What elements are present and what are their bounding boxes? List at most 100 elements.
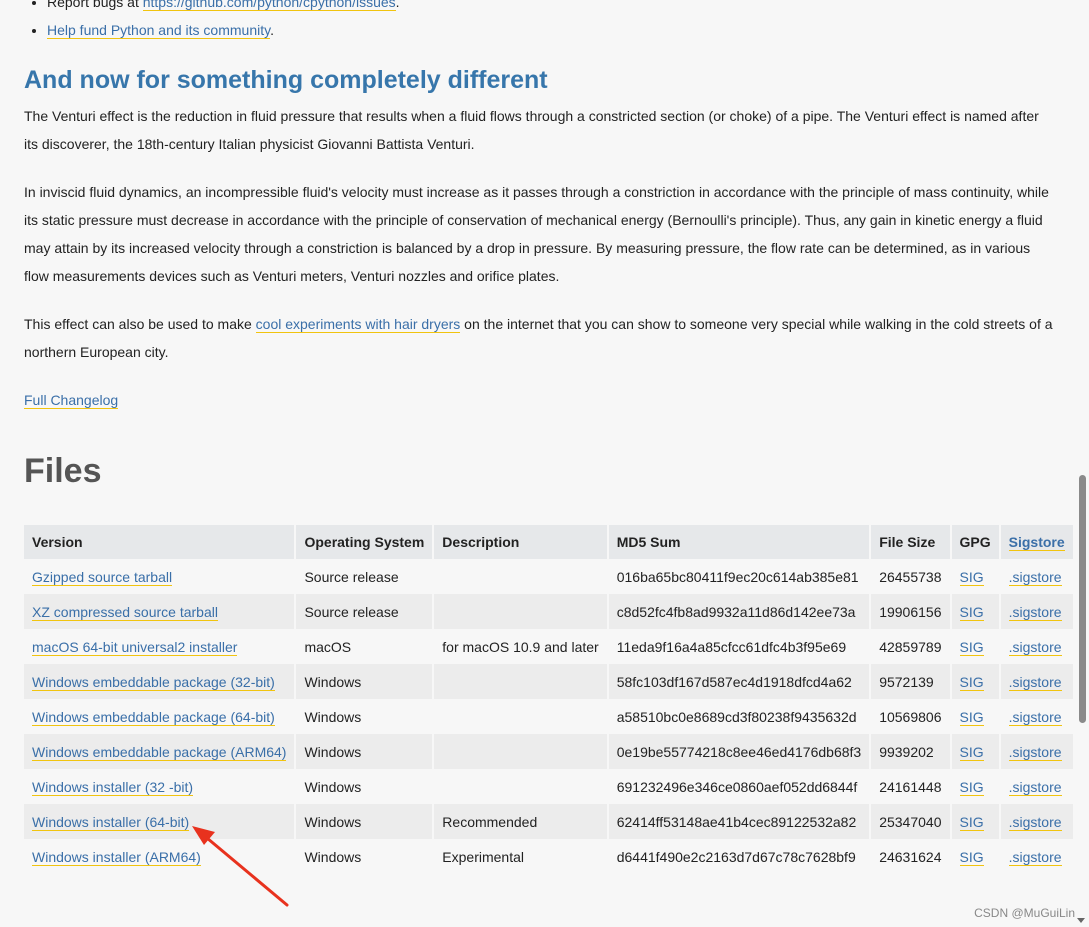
gpg-sig-link[interactable]: SIG: [959, 708, 984, 726]
bug-tracker-link[interactable]: https://github.com/python/cpython/issues: [142, 0, 396, 11]
sigstore-link[interactable]: .sigstore: [1008, 778, 1062, 796]
os-cell: Source release: [296, 559, 433, 594]
header-version: Version: [24, 525, 295, 559]
file-size-cell: 26455738: [871, 559, 950, 594]
description-cell: [434, 594, 607, 629]
description-cell: [434, 769, 607, 804]
sigstore-link[interactable]: .sigstore: [1008, 708, 1062, 726]
gpg-sig-cell: SIG: [951, 594, 999, 629]
version-cell: Windows embeddable package (32-bit): [24, 664, 295, 699]
sigstore-link[interactable]: .sigstore: [1008, 603, 1062, 621]
sigstore-cell: .sigstore: [1000, 664, 1073, 699]
webpage: Report bugs at https://github.com/python…: [0, 0, 1089, 927]
os-cell: Windows: [296, 734, 433, 769]
paragraph-hair-dryers: This effect can also be used to make coo…: [24, 310, 1054, 366]
md5-cell: 58fc103df167d587ec4d1918dfcd4a62: [608, 664, 870, 699]
version-cell: XZ compressed source tarball: [24, 594, 295, 629]
version-cell: Windows embeddable package (64-bit): [24, 699, 295, 734]
file-size-cell: 19906156: [871, 594, 950, 629]
version-cell: Windows embeddable package (ARM64): [24, 734, 295, 769]
sigstore-link[interactable]: .sigstore: [1008, 813, 1062, 831]
info-list: Report bugs at https://github.com/python…: [24, 0, 400, 44]
description-cell: [434, 664, 607, 699]
gpg-sig-cell: SIG: [951, 559, 999, 594]
files-title: Files: [24, 452, 102, 490]
version-link[interactable]: Windows installer (64-bit): [32, 813, 190, 831]
gpg-sig-cell: SIG: [951, 769, 999, 804]
section-title: And now for something completely differe…: [24, 66, 548, 94]
sigstore-cell: .sigstore: [1000, 629, 1073, 664]
table-row: Windows embeddable package (ARM64) Window…: [24, 734, 1073, 769]
gpg-sig-link[interactable]: SIG: [959, 638, 984, 656]
file-size-cell: 9939202: [871, 734, 950, 769]
version-link[interactable]: Windows embeddable package (64-bit): [32, 708, 275, 726]
version-cell: Gzipped source tarball: [24, 559, 295, 594]
sigstore-cell: .sigstore: [1000, 769, 1073, 804]
sigstore-link[interactable]: .sigstore: [1008, 848, 1062, 866]
gpg-sig-cell: SIG: [951, 839, 999, 874]
changelog-paragraph: Full Changelog: [24, 386, 1054, 414]
para3-prefix: This effect can also be used to make: [24, 316, 256, 332]
sigstore-link[interactable]: .sigstore: [1008, 743, 1062, 761]
files-table: Version Operating System Description MD5…: [22, 525, 1075, 874]
header-os: Operating System: [296, 525, 433, 559]
gpg-sig-cell: SIG: [951, 664, 999, 699]
version-cell: Windows installer (64-bit): [24, 804, 295, 839]
version-link[interactable]: Windows installer (32 -bit): [32, 778, 194, 796]
sigstore-cell: .sigstore: [1000, 734, 1073, 769]
sigstore-link[interactable]: .sigstore: [1008, 673, 1062, 691]
paragraph-venturi: The Venturi effect is the reduction in f…: [24, 108, 1039, 152]
table-row: macOS 64-bit universal2 installer macOS fo…: [24, 629, 1073, 664]
sigstore-header-link[interactable]: Sigstore: [1008, 534, 1065, 551]
version-cell: Windows installer (ARM64): [24, 839, 295, 874]
sigstore-link[interactable]: .sigstore: [1008, 568, 1062, 586]
file-size-cell: 9572139: [871, 664, 950, 699]
paragraph-inviscid: In inviscid fluid dynamics, an incompres…: [24, 184, 1049, 284]
version-cell: macOS 64-bit universal2 installer: [24, 629, 295, 664]
table-header-row: Version Operating System Description MD5…: [24, 525, 1073, 559]
gpg-sig-link[interactable]: SIG: [959, 848, 984, 866]
os-cell: Source release: [296, 594, 433, 629]
file-size-cell: 24631624: [871, 839, 950, 874]
gpg-sig-link[interactable]: SIG: [959, 813, 984, 831]
list-item: Help fund Python and its community.: [47, 16, 400, 44]
gpg-sig-link[interactable]: SIG: [959, 743, 984, 761]
version-link[interactable]: Windows embeddable package (32-bit): [32, 673, 275, 691]
sigstore-link[interactable]: .sigstore: [1008, 638, 1062, 656]
file-size-cell: 25347040: [871, 804, 950, 839]
os-cell: Windows: [296, 769, 433, 804]
sigstore-cell: .sigstore: [1000, 804, 1073, 839]
fund-suffix: .: [270, 22, 274, 38]
scroll-down-icon[interactable]: [1077, 918, 1085, 923]
version-link[interactable]: Windows embeddable package (ARM64): [32, 743, 287, 761]
table-row: Windows embeddable package (32-bit) Windo…: [24, 664, 1073, 699]
table-row: Gzipped source tarball Source release 016b…: [24, 559, 1073, 594]
description-cell: [434, 559, 607, 594]
version-link[interactable]: macOS 64-bit universal2 installer: [32, 638, 238, 656]
fund-python-link[interactable]: Help fund Python and its community: [47, 22, 271, 39]
md5-cell: 62414ff53148ae41b4cec89122532a82: [608, 804, 870, 839]
description-cell: Recommended: [434, 804, 607, 839]
version-link[interactable]: XZ compressed source tarball: [32, 603, 218, 621]
description-cell: [434, 734, 607, 769]
file-size-cell: 24161448: [871, 769, 950, 804]
sigstore-cell: .sigstore: [1000, 839, 1073, 874]
full-changelog-link[interactable]: Full Changelog: [24, 392, 119, 409]
version-link[interactable]: Gzipped source tarball: [32, 568, 173, 586]
md5-cell: c8d52fc4fb8ad9932a11d86d142ee73a: [608, 594, 870, 629]
md5-cell: 691232496e346ce0860aef052dd6844f: [608, 769, 870, 804]
os-cell: Windows: [296, 699, 433, 734]
header-file-size: File Size: [871, 525, 950, 559]
scrollbar-thumb[interactable]: [1079, 475, 1086, 723]
gpg-sig-link[interactable]: SIG: [959, 778, 984, 796]
gpg-sig-link[interactable]: SIG: [959, 568, 984, 586]
os-cell: Windows: [296, 804, 433, 839]
gpg-sig-link[interactable]: SIG: [959, 603, 984, 621]
gpg-sig-link[interactable]: SIG: [959, 673, 984, 691]
hair-dryers-link[interactable]: cool experiments with hair dryers: [255, 316, 461, 333]
table-row: XZ compressed source tarball Source relea…: [24, 594, 1073, 629]
md5-cell: 11eda9f16a4a85cfcc61dfc4b3f95e69: [608, 629, 870, 664]
description-cell: for macOS 10.9 and later: [434, 629, 607, 664]
list-item: Report bugs at https://github.com/python…: [47, 0, 400, 16]
version-link[interactable]: Windows installer (ARM64): [32, 848, 201, 866]
